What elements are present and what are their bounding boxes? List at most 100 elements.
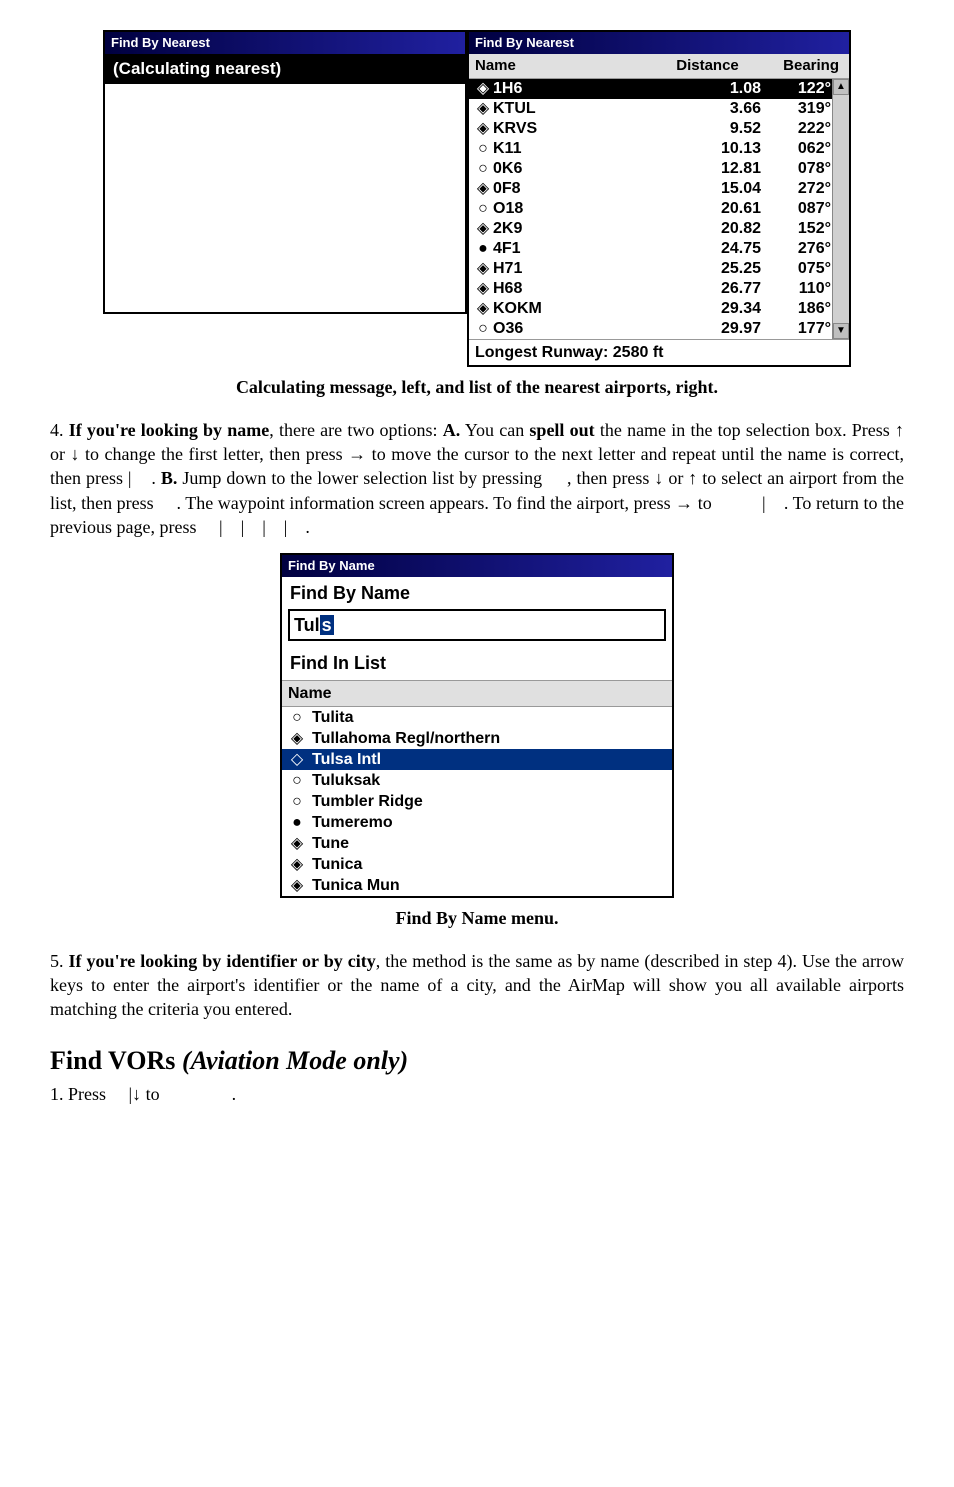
list-item[interactable]: ◈Tullahoma Regl/northern (282, 728, 672, 749)
txt: . The waypoint information screen appear… (176, 493, 716, 513)
airport-row[interactable]: ◈KOKM29.34186° (469, 299, 849, 319)
window-find-by-name: Find By Name Find By Name Tuls Find In L… (280, 553, 674, 898)
header-distance: Distance (642, 54, 739, 78)
airport-icon: ◈ (473, 279, 493, 299)
airport-icon: ◈ (473, 79, 493, 99)
figure2-caption: Find By Name menu. (50, 906, 904, 930)
label-find-in-list: Find In List (282, 647, 672, 679)
window-calculating: Find By Nearest (Calculating nearest) (103, 30, 467, 314)
airport-name: 2K9 (493, 219, 691, 239)
airport-bearing: 272° (761, 179, 831, 199)
airport-row[interactable]: ○K1110.13062° (469, 139, 849, 159)
list-item[interactable]: ○Tuluksak (282, 770, 672, 791)
airport-bearing: 186° (761, 299, 831, 319)
airport-row[interactable]: ◈H7125.25075° (469, 259, 849, 279)
airport-icon: ◈ (473, 259, 493, 279)
airport-icon: ◈ (473, 299, 493, 319)
airport-row[interactable]: ◈KTUL3.66319° (469, 99, 849, 119)
airport-icon: ○ (473, 159, 493, 179)
list-item[interactable]: ◇Tulsa Intl (282, 749, 672, 770)
airport-row[interactable]: ○0K612.81078° (469, 159, 849, 179)
txt: You can (460, 420, 529, 440)
key: | (284, 517, 288, 537)
txt: 1. Press (50, 1084, 111, 1104)
name-result-list[interactable]: ○Tulita◈Tullahoma Regl/northern◇Tulsa In… (282, 707, 672, 896)
airport-name: 1H6 (493, 79, 691, 99)
airport-bearing: 122° (761, 79, 831, 99)
scroll-up-icon[interactable]: ▲ (833, 79, 849, 95)
txt: . (232, 1084, 237, 1104)
airport-distance: 29.34 (691, 299, 761, 319)
txt-bold: B. (161, 468, 178, 488)
airport-icon: ◈ (473, 179, 493, 199)
key: | (128, 468, 132, 488)
airport-bearing: 276° (761, 239, 831, 259)
titlebar-findname: Find By Name (282, 555, 672, 577)
airport-bearing: 177° (761, 319, 831, 339)
airport-icon: ○ (473, 319, 493, 339)
list-item[interactable]: ◈ Tunica Mun (282, 875, 672, 896)
airport-bearing: 087° (761, 199, 831, 219)
txt: Jump down to the lower selection list by… (177, 468, 547, 488)
scroll-down-icon[interactable]: ▼ (833, 323, 849, 339)
airport-row[interactable]: ◈KRVS9.52222° (469, 119, 849, 139)
airport-distance: 26.77 (691, 279, 761, 299)
airport-name: Tulita (312, 707, 353, 728)
step-1-vor: 1. Press |↓ to . (50, 1082, 904, 1106)
runway-footer: Longest Runway: 2580 ft (469, 339, 849, 366)
airport-icon: ◈ (473, 119, 493, 139)
airport-name: 4F1 (493, 239, 691, 259)
txt: 5. (50, 951, 69, 971)
key: | (262, 517, 266, 537)
key: |↓ to (129, 1084, 160, 1104)
airport-row[interactable]: ◈2K920.82152° (469, 219, 849, 239)
airport-name: H68 (493, 279, 691, 299)
airport-icon: ◈ (288, 854, 306, 875)
airport-distance: 20.61 (691, 199, 761, 219)
airport-row[interactable]: ○O1820.61087° (469, 199, 849, 219)
airport-name: K11 (493, 139, 691, 159)
airport-row[interactable]: ○O3629.97177° (469, 319, 849, 339)
airport-row[interactable]: ●4F124.75276° (469, 239, 849, 259)
airport-distance: 9.52 (691, 119, 761, 139)
airport-icon: ○ (288, 707, 306, 728)
window-nearest-list: Find By Nearest Name Distance Bearing ▲ … (467, 30, 851, 367)
airport-bearing: 078° (761, 159, 831, 179)
airport-name: 0F8 (493, 179, 691, 199)
airport-name: Tunica Mun (312, 875, 400, 896)
txt-bold: If you're looking by identifier or by ci… (69, 951, 376, 971)
airport-icon: ◈ (473, 219, 493, 239)
txt: . (305, 517, 310, 537)
airport-bearing: 062° (761, 139, 831, 159)
airport-row[interactable]: ◈1H61.08122° (469, 79, 849, 99)
airport-distance: 15.04 (691, 179, 761, 199)
airport-row[interactable]: ◈0F815.04272° (469, 179, 849, 199)
airport-distance: 24.75 (691, 239, 761, 259)
airport-bearing: 075° (761, 259, 831, 279)
airport-distance: 3.66 (691, 99, 761, 119)
airport-icon: ◈ (288, 875, 306, 896)
airport-name: Tulsa Intl (312, 749, 381, 770)
list-header: Name (282, 680, 672, 708)
step-4: 4. If you're looking by name, there are … (50, 418, 904, 539)
airport-distance: 20.82 (691, 219, 761, 239)
airport-icon: ◈ (473, 99, 493, 119)
list-item[interactable]: ○Tumbler Ridge (282, 791, 672, 812)
list-item[interactable]: ○ Tulita (282, 707, 672, 728)
scrollbar[interactable]: ▲ ▼ (832, 79, 849, 339)
airport-list[interactable]: ▲ ▼ ◈1H61.08122°◈KTUL3.66319°◈KRVS9.5222… (469, 79, 849, 339)
airport-name: Tullahoma Regl/northern (312, 728, 500, 749)
airport-name: O18 (493, 199, 691, 219)
list-item[interactable]: ◈ Tunica (282, 854, 672, 875)
input-prefix: Tul (294, 615, 320, 635)
airport-row[interactable]: ◈H6826.77110° (469, 279, 849, 299)
list-item[interactable]: ●Tumeremo (282, 812, 672, 833)
airport-name: Tune (312, 833, 349, 854)
airport-name: Tunica (312, 854, 362, 875)
airport-name: KTUL (493, 99, 691, 119)
airport-bearing: 110° (761, 279, 831, 299)
airport-name: KRVS (493, 119, 691, 139)
name-input[interactable]: Tuls (288, 609, 666, 641)
list-item[interactable]: ◈Tune (282, 833, 672, 854)
heading-subtitle: (Aviation Mode only) (182, 1046, 408, 1075)
